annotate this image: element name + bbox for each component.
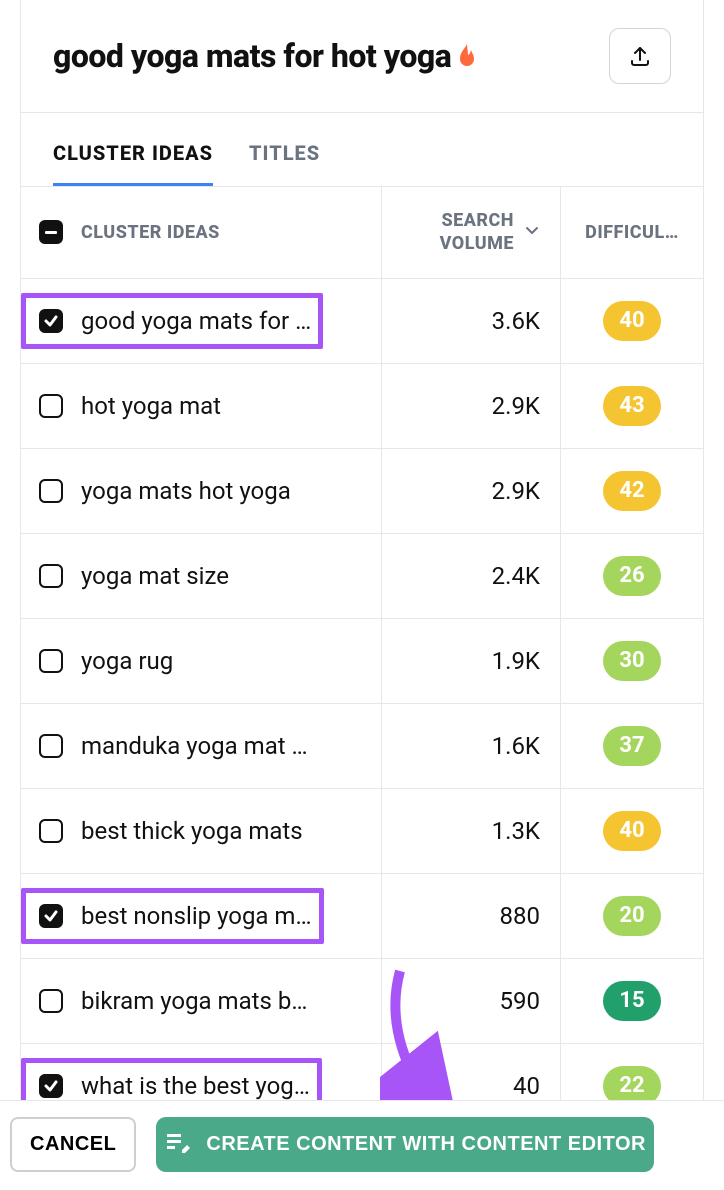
- difficulty-pill: 40: [603, 301, 661, 341]
- col-cluster-label: CLUSTER IDEAS: [81, 222, 220, 243]
- title-text: good yoga mats for hot yoga: [53, 37, 451, 75]
- table-row: hot yoga mat 2.9K 43: [21, 364, 703, 449]
- col-volume-header[interactable]: SEARCH VOLUME: [381, 187, 561, 278]
- keyword-text[interactable]: yoga mat size: [81, 562, 229, 590]
- table-row: best nonslip yoga m… 880 20: [21, 874, 703, 959]
- keyword-text[interactable]: good yoga mats for …: [81, 307, 311, 335]
- difficulty-pill: 26: [603, 556, 661, 596]
- volume-cell: 1.3K: [381, 789, 561, 873]
- keyword-text[interactable]: what is the best yog…: [81, 1072, 310, 1100]
- playlist-edit-icon: [164, 1128, 192, 1162]
- col-volume-label-2: VOLUME: [440, 232, 514, 255]
- difficulty-pill: 37: [603, 726, 661, 766]
- col-difficulty-label: DIFFICUL…: [585, 222, 679, 243]
- volume-cell: 1.6K: [381, 704, 561, 788]
- row-checkbox[interactable]: [39, 734, 63, 758]
- keyword-text[interactable]: bikram yoga mats b…: [81, 987, 307, 1015]
- tab-cluster-ideas[interactable]: CLUSTER IDEAS: [53, 141, 213, 186]
- table-row: good yoga mats for … 3.6K 40: [21, 279, 703, 364]
- volume-cell: 2.9K: [381, 364, 561, 448]
- footer-bar: CANCEL CREATE CONTENT WITH CONTENT EDITO…: [0, 1100, 724, 1190]
- table-row: manduka yoga mat … 1.6K 37: [21, 704, 703, 789]
- tab-titles[interactable]: TITLES: [249, 141, 320, 186]
- row-checkbox[interactable]: [39, 819, 63, 843]
- row-checkbox[interactable]: [39, 904, 63, 928]
- keyword-text[interactable]: yoga mats hot yoga: [81, 477, 291, 505]
- create-content-button[interactable]: CREATE CONTENT WITH CONTENT EDITOR: [156, 1117, 654, 1172]
- tabs: CLUSTER IDEAS TITLES: [21, 113, 703, 186]
- table-header-row: CLUSTER IDEAS SEARCH VOLUME DIFFICUL…: [21, 186, 703, 279]
- export-button[interactable]: [609, 28, 671, 84]
- keyword-text[interactable]: yoga rug: [81, 647, 173, 675]
- volume-cell: 3.6K: [381, 279, 561, 363]
- keyword-text[interactable]: best thick yoga mats: [81, 817, 303, 845]
- difficulty-pill: 15: [603, 981, 661, 1021]
- row-checkbox[interactable]: [39, 309, 63, 333]
- header: good yoga mats for hot yoga: [21, 0, 703, 113]
- difficulty-pill: 40: [603, 811, 661, 851]
- table-row: best thick yoga mats 1.3K 40: [21, 789, 703, 874]
- row-checkbox[interactable]: [39, 479, 63, 503]
- volume-cell: 590: [381, 959, 561, 1043]
- keyword-text[interactable]: hot yoga mat: [81, 392, 221, 420]
- table-row: yoga rug 1.9K 30: [21, 619, 703, 704]
- difficulty-pill: 42: [603, 471, 661, 511]
- difficulty-pill: 43: [603, 386, 661, 426]
- keyword-text[interactable]: best nonslip yoga m…: [81, 902, 312, 930]
- row-checkbox[interactable]: [39, 989, 63, 1013]
- col-volume-label-1: SEARCH: [440, 209, 514, 232]
- select-all-checkbox[interactable]: [39, 220, 63, 244]
- difficulty-pill: 20: [603, 896, 661, 936]
- row-checkbox[interactable]: [39, 394, 63, 418]
- upload-icon: [628, 44, 652, 68]
- row-checkbox[interactable]: [39, 564, 63, 588]
- volume-cell: 880: [381, 874, 561, 958]
- chevron-down-icon: [524, 222, 540, 242]
- flame-icon: [455, 42, 479, 70]
- page-title: good yoga mats for hot yoga: [53, 37, 479, 75]
- volume-cell: 1.9K: [381, 619, 561, 703]
- volume-cell: 2.9K: [381, 449, 561, 533]
- row-checkbox[interactable]: [39, 649, 63, 673]
- row-checkbox[interactable]: [39, 1074, 63, 1098]
- volume-cell: 2.4K: [381, 534, 561, 618]
- keyword-text[interactable]: manduka yoga mat …: [81, 732, 308, 760]
- table-row: yoga mat size 2.4K 26: [21, 534, 703, 619]
- difficulty-pill: 30: [603, 641, 661, 681]
- table-row: yoga mats hot yoga 2.9K 42: [21, 449, 703, 534]
- table-row: bikram yoga mats b… 590 15: [21, 959, 703, 1044]
- create-content-label: CREATE CONTENT WITH CONTENT EDITOR: [206, 1133, 646, 1156]
- cancel-button[interactable]: CANCEL: [10, 1117, 136, 1172]
